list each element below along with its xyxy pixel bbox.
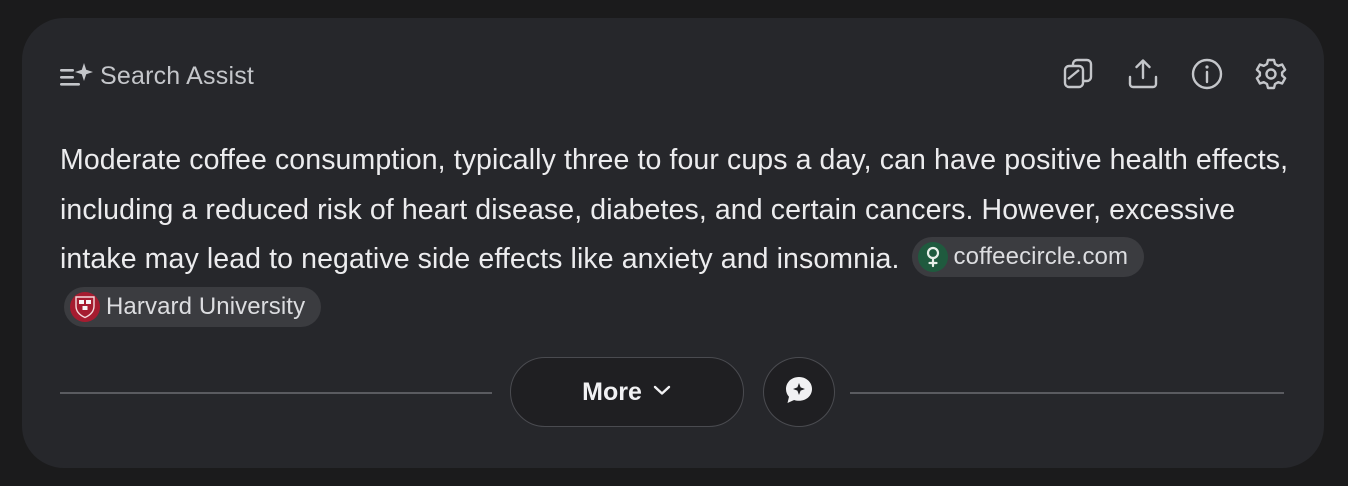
source-chip-coffeecircle[interactable]: coffeecircle.com — [911, 237, 1145, 278]
search-assist-card: Search Assist Moderate coffee consumptio… — [22, 18, 1324, 468]
divider — [60, 392, 492, 394]
divider — [850, 392, 1284, 394]
info-icon[interactable] — [1190, 56, 1224, 92]
search-assist-header: Search Assist — [60, 58, 254, 94]
coffeecircle-favicon — [917, 242, 948, 273]
search-assist-title: Search Assist — [100, 61, 255, 90]
harvard-shield-favicon — [70, 291, 100, 322]
header-actions — [1062, 56, 1288, 92]
settings-icon[interactable] — [1254, 56, 1288, 92]
share-icon[interactable] — [1126, 56, 1160, 92]
source-label: Harvard University — [106, 292, 306, 320]
feedback-bubble-icon — [783, 374, 815, 411]
source-label: coffeecircle.com — [953, 243, 1129, 271]
more-button[interactable]: More — [510, 357, 744, 427]
copy-icon[interactable] — [1062, 56, 1096, 92]
feedback-button[interactable] — [763, 357, 835, 427]
source-chip-harvard[interactable]: Harvard University — [64, 286, 322, 327]
more-label: More — [582, 377, 642, 406]
sparkle-list-icon — [60, 61, 94, 91]
chevron-down-icon — [652, 383, 672, 402]
answer-paragraph: Moderate coffee consumption, typically t… — [60, 136, 1290, 334]
assist-footer: More — [60, 357, 1286, 429]
